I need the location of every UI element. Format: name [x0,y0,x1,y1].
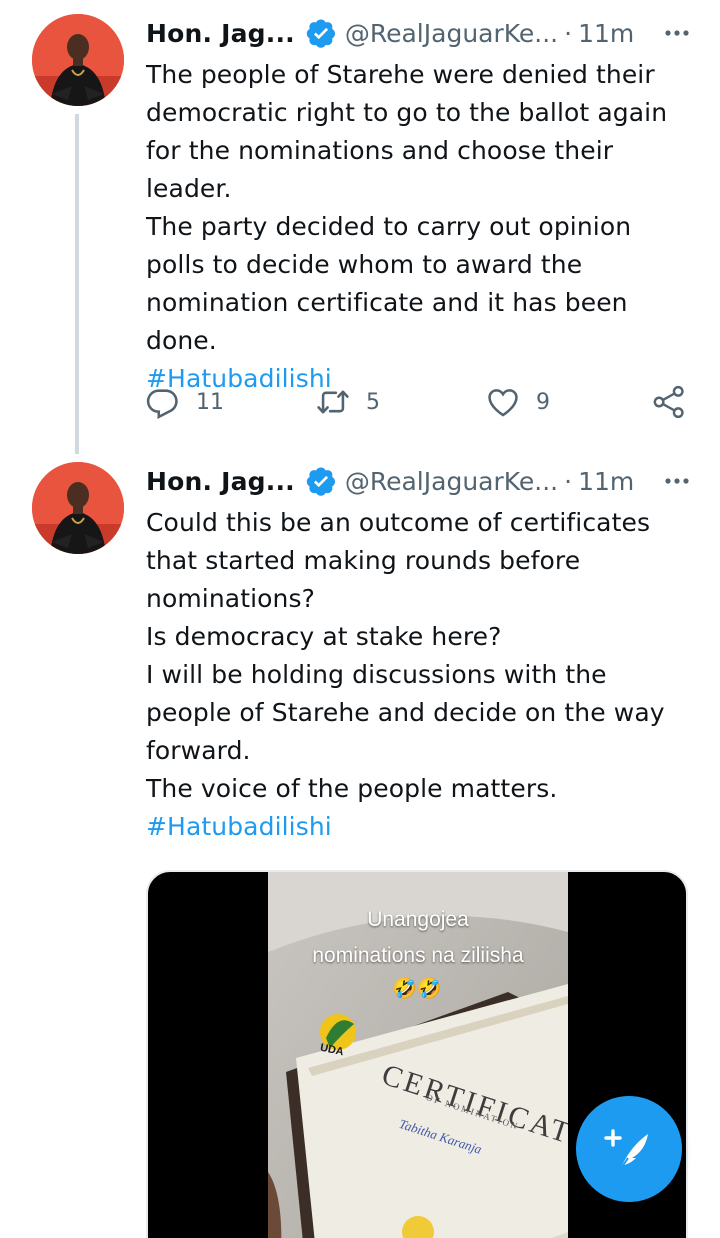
compose-tweet-icon [604,1129,648,1171]
verified-badge-icon [306,467,335,496]
author-name[interactable]: Hon. Jag... [146,19,295,48]
timestamp[interactable]: 11m [578,467,634,496]
verified-badge-icon [306,19,335,48]
tweet-line: Could this be an outcome of certificates… [146,508,651,613]
retweet-button[interactable]: 5 [316,382,380,422]
tweet-header: Hon. Jag... @RealJaguarKe... · 11m [146,461,692,501]
author-handle[interactable]: @RealJaguarKe... [345,19,558,48]
retweet-count: 5 [366,389,380,415]
timestamp[interactable]: 11m [578,19,634,48]
compose-tweet-button[interactable] [576,1096,682,1202]
tweet[interactable]: Hon. Jag... @RealJaguarKe... · 11m The p… [0,0,720,454]
more-icon[interactable] [662,18,692,48]
tweet-header: Hon. Jag... @RealJaguarKe... · 11m [146,13,692,53]
tweet-line: The party decided to carry out opinion p… [146,212,632,355]
tweet-line: I will be holding discussions with the p… [146,660,665,765]
like-icon [488,389,518,417]
hashtag-link[interactable]: #Hatubadilishi [146,808,694,846]
video-caption-line: Unangojea [367,908,469,931]
thread-line [75,114,79,454]
reply-button[interactable]: 11 [146,382,224,422]
tweet-actions: 11 5 9 [146,382,694,424]
reply-icon [146,389,178,419]
tweet-text: The people of Starehe were denied their … [146,56,694,398]
author-handle[interactable]: @RealJaguarKe... [345,467,558,496]
author-name[interactable]: Hon. Jag... [146,467,295,496]
avatar[interactable] [32,14,124,106]
laughing-emoji: 🤣🤣 [392,976,442,1000]
retweet-icon [317,390,349,414]
video-caption-line: nominations na ziliisha [312,944,524,967]
tweet-line: The voice of the people matters. [146,774,558,803]
tweet-line: The people of Starehe were denied their … [146,60,668,203]
like-button[interactable]: 9 [486,382,550,422]
reply-count: 11 [196,389,224,415]
share-button[interactable] [652,382,686,422]
tweet-text: Could this be an outcome of certificates… [146,504,694,846]
more-icon[interactable] [662,466,692,496]
avatar[interactable] [32,462,124,554]
separator-dot: · [564,18,573,48]
separator-dot: · [564,466,573,496]
tweet-line: Is democracy at stake here? [146,622,502,651]
share-icon [653,385,684,419]
video-frame: Unangojea nominations na ziliisha 🤣🤣 UDA… [268,872,568,1238]
like-count: 9 [536,389,550,415]
